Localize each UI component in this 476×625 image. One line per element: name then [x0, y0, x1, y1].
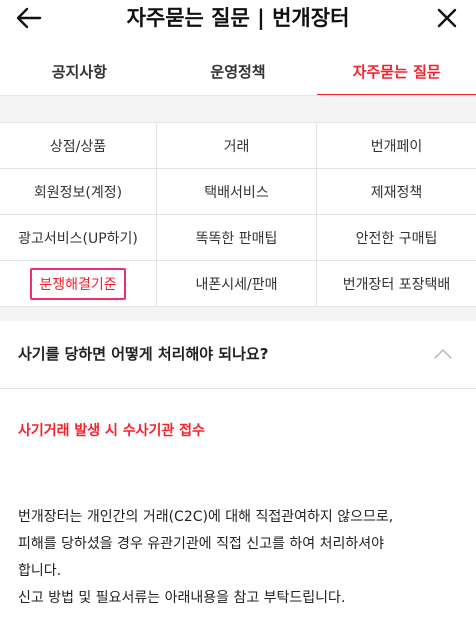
answer-heading: 사기거래 발생 시 수사기관 접수: [18, 423, 205, 439]
category-packaging-delivery[interactable]: 번개장터 포장택배: [317, 261, 476, 307]
category-safe-buying-tips[interactable]: 안전한 구매팁: [317, 215, 476, 261]
chevron-up-icon: [434, 349, 452, 359]
answer-body: 번개장터는 개인간의 거래(C2C)에 대해 직접관여하지 않으므로, 피해를 …: [18, 504, 468, 612]
category-dispute-resolution[interactable]: 분쟁해결기준: [0, 261, 157, 307]
header: 자주묻는 질문 | 번개장터: [0, 0, 476, 38]
category-phone-price[interactable]: 내폰시세/판매: [157, 261, 317, 307]
section-gap: [0, 96, 476, 122]
tab-faq[interactable]: 자주묻는 질문: [317, 50, 476, 96]
arrow-left-icon: [16, 7, 42, 29]
tab-notice[interactable]: 공지사항: [0, 50, 159, 96]
tab-policy[interactable]: 운영정책: [159, 50, 318, 96]
category-shop-product[interactable]: 상점/상품: [0, 123, 157, 169]
answer-line: 피해를 당하셨을 경우 유관기관에 직접 신고를 하여 처리하셔야: [18, 536, 385, 552]
category-grid: 상점/상품 거래 번개페이 회원정보(계정) 택배서비스 제재정책 광고서비스(…: [0, 122, 476, 307]
category-trade[interactable]: 거래: [157, 123, 317, 169]
answer-line: 합니다.: [18, 563, 62, 579]
category-sanction-policy[interactable]: 제재정책: [317, 169, 476, 215]
category-delivery-service[interactable]: 택배서비스: [157, 169, 317, 215]
category-smart-selling-tips[interactable]: 똑똑한 판매팁: [157, 215, 317, 261]
close-icon: [437, 8, 457, 28]
page-title: 자주묻는 질문 | 번개장터: [126, 6, 350, 30]
section-gap: [0, 307, 476, 321]
faq-question-text: 사기를 당하면 어떻게 처리해야 되나요?: [18, 345, 269, 363]
category-ad-service[interactable]: 광고서비스(UP하기): [0, 215, 157, 261]
answer-line: 신고 방법 및 필요서류는 아래내용을 참고 부탁드립니다.: [18, 590, 346, 606]
category-bunjang-pay[interactable]: 번개페이: [317, 123, 476, 169]
close-button[interactable]: [432, 4, 462, 32]
category-member-info[interactable]: 회원정보(계정): [0, 169, 157, 215]
answer-line: 번개장터는 개인간의 거래(C2C)에 대해 직접관여하지 않으므로,: [18, 509, 394, 525]
faq-question[interactable]: 사기를 당하면 어떻게 처리해야 되나요?: [0, 321, 476, 389]
back-button[interactable]: [14, 4, 44, 32]
tab-bar: 공지사항 운영정책 자주묻는 질문: [0, 50, 476, 96]
